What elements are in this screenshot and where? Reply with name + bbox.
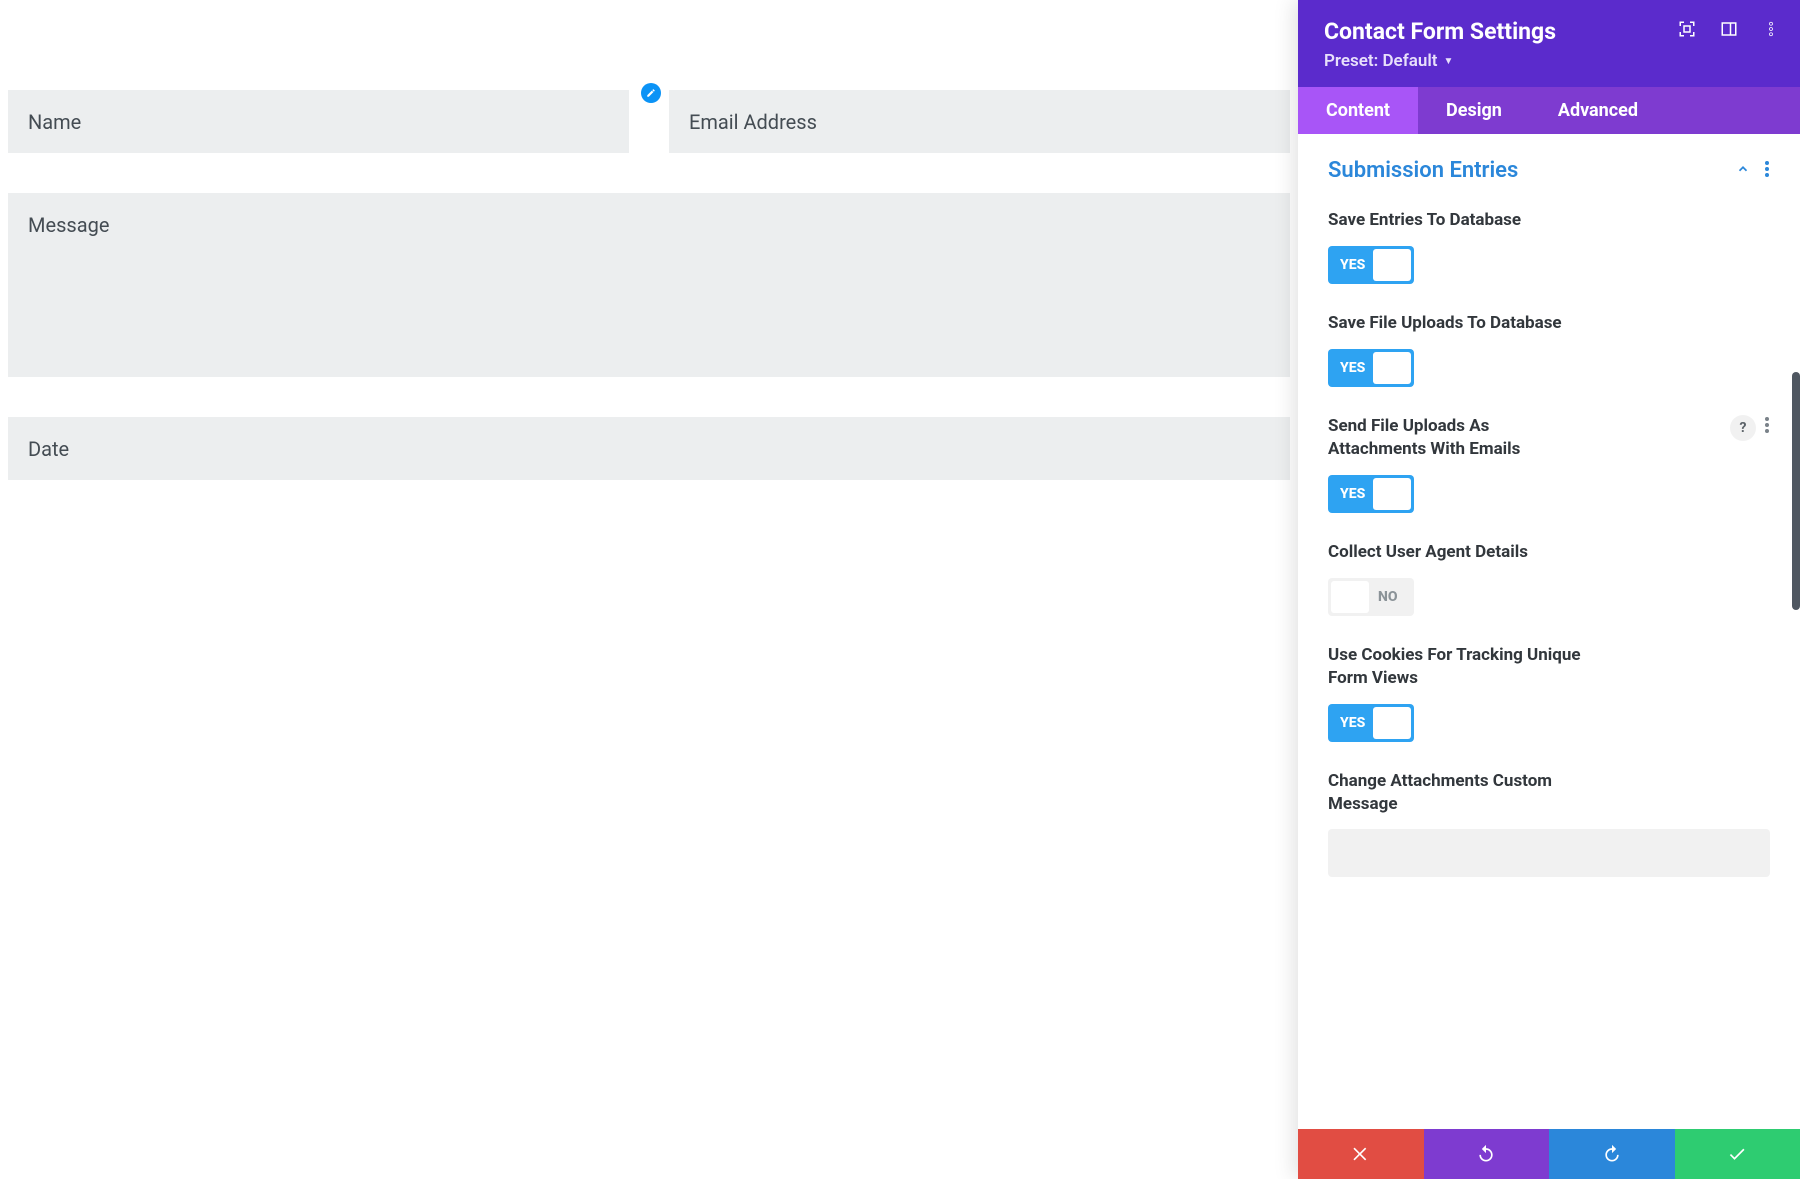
toggle-save-entries[interactable]: YES: [1328, 246, 1414, 284]
toggle-knob: [1373, 478, 1411, 510]
option-label: Save File Uploads To Database: [1328, 312, 1588, 335]
date-field[interactable]: Date: [8, 417, 1290, 480]
header-icons: [1678, 20, 1780, 38]
toggle-text: YES: [1340, 486, 1365, 502]
option-label: Send File Uploads As Attachments With Em…: [1328, 415, 1588, 461]
help-icon[interactable]: ?: [1730, 415, 1756, 441]
close-icon: [1351, 1144, 1371, 1164]
option-use-cookies: Use Cookies For Tracking Unique Form Vie…: [1328, 644, 1770, 742]
save-button[interactable]: [1675, 1129, 1800, 1179]
tab-design[interactable]: Design: [1418, 87, 1530, 134]
option-collect-ua: Collect User Agent Details NO: [1328, 541, 1770, 616]
pencil-icon: [646, 88, 656, 98]
edit-field-button[interactable]: [641, 83, 661, 103]
toggle-text: YES: [1340, 257, 1365, 273]
option-label: Use Cookies For Tracking Unique Form Vie…: [1328, 644, 1588, 690]
attachments-message-input[interactable]: [1328, 829, 1770, 877]
section-header[interactable]: Submission Entries: [1328, 158, 1770, 183]
preset-selector[interactable]: Preset: Default ▼: [1324, 51, 1774, 71]
undo-icon: [1476, 1144, 1496, 1164]
email-field[interactable]: Email Address: [669, 90, 1290, 153]
toggle-text: YES: [1340, 360, 1365, 376]
panel-body: Submission Entries Save Entries To Datab…: [1298, 134, 1800, 1129]
form-row-message: Message: [8, 193, 1290, 377]
panel-footer: [1298, 1129, 1800, 1179]
name-field[interactable]: Name: [8, 90, 629, 153]
more-vertical-icon[interactable]: [1762, 20, 1780, 38]
toggle-text: NO: [1378, 589, 1398, 605]
columns-icon[interactable]: [1720, 20, 1738, 38]
panel-header: Contact Form Settings Preset: Default ▼: [1298, 0, 1800, 87]
toggle-knob: [1373, 249, 1411, 281]
toggle-knob: [1373, 707, 1411, 739]
option-send-attachments: Send File Uploads As Attachments With Em…: [1328, 415, 1770, 513]
cancel-button[interactable]: [1298, 1129, 1424, 1179]
tab-advanced[interactable]: Advanced: [1530, 87, 1666, 134]
option-more-icon[interactable]: [1764, 416, 1770, 439]
check-icon: [1727, 1144, 1747, 1164]
toggle-collect-ua[interactable]: NO: [1328, 578, 1414, 616]
form-row-date: Date: [8, 417, 1290, 480]
caret-down-icon: ▼: [1443, 56, 1453, 67]
form-canvas: Name Email Address Message Date: [0, 0, 1298, 1179]
toggle-knob: [1373, 352, 1411, 384]
redo-button[interactable]: [1549, 1129, 1675, 1179]
option-label: Change Attachments Custom Message: [1328, 770, 1588, 816]
undo-button[interactable]: [1424, 1129, 1550, 1179]
panel-tabs: Content Design Advanced: [1298, 87, 1800, 134]
app-root: Name Email Address Message Date Contact …: [0, 0, 1800, 1179]
toggle-text: YES: [1340, 715, 1365, 731]
option-attachments-message: Change Attachments Custom Message: [1328, 770, 1770, 878]
toggle-save-uploads[interactable]: YES: [1328, 349, 1414, 387]
section-title: Submission Entries: [1328, 158, 1518, 183]
section-more-icon[interactable]: [1764, 160, 1770, 182]
option-extra-icons: ?: [1730, 415, 1770, 441]
scrollbar-thumb[interactable]: [1792, 372, 1800, 610]
toggle-use-cookies[interactable]: YES: [1328, 704, 1414, 742]
chevron-up-icon[interactable]: [1736, 162, 1750, 180]
redo-icon: [1602, 1144, 1622, 1164]
option-label: Save Entries To Database: [1328, 209, 1588, 232]
settings-panel: Contact Form Settings Preset: Default ▼ …: [1298, 0, 1800, 1179]
toggle-knob: [1331, 581, 1369, 613]
message-field[interactable]: Message: [8, 193, 1290, 377]
preset-label: Preset: Default: [1324, 51, 1437, 71]
section-header-icons: [1736, 160, 1770, 182]
option-save-entries: Save Entries To Database YES: [1328, 209, 1770, 284]
expand-icon[interactable]: [1678, 20, 1696, 38]
option-label: Collect User Agent Details: [1328, 541, 1588, 564]
option-save-uploads: Save File Uploads To Database YES: [1328, 312, 1770, 387]
tab-content[interactable]: Content: [1298, 87, 1418, 134]
toggle-send-attachments[interactable]: YES: [1328, 475, 1414, 513]
